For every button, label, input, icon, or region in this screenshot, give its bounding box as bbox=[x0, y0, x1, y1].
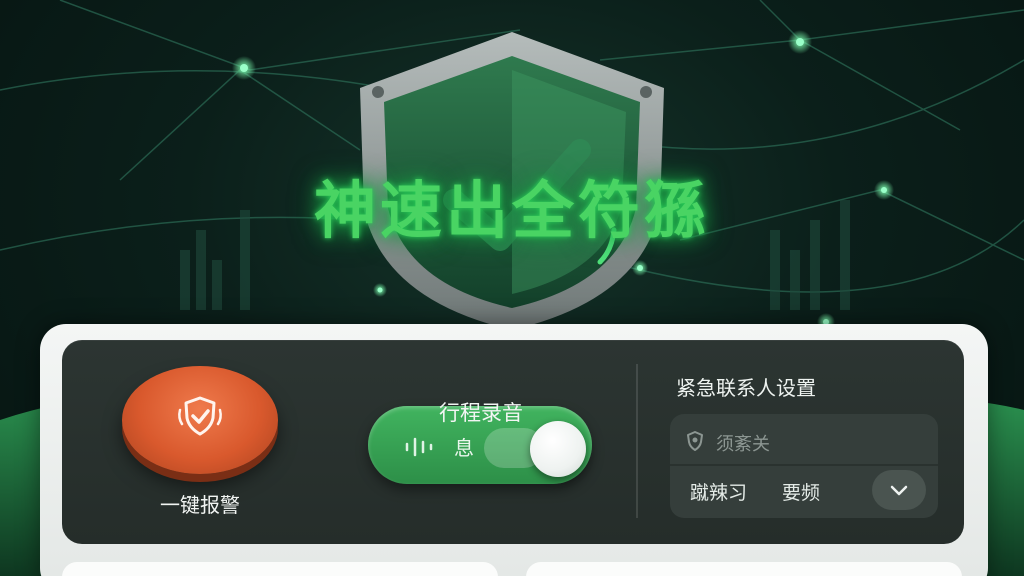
contact-dropdown-button[interactable] bbox=[872, 470, 926, 510]
trip-recording-title: 行程录音 bbox=[439, 401, 523, 425]
contact-card-separator bbox=[670, 464, 938, 466]
one-key-alarm-label: 一键报警 bbox=[160, 493, 240, 517]
toggle-knob[interactable] bbox=[530, 421, 586, 477]
section-divider bbox=[636, 364, 638, 518]
shield-check-icon bbox=[178, 396, 222, 436]
lower-card-right bbox=[526, 562, 962, 576]
contact-input-placeholder: 须紊关 bbox=[716, 434, 770, 455]
chevron-down-icon bbox=[890, 485, 908, 496]
contact-option-2[interactable]: 要频 bbox=[782, 478, 820, 505]
contact-shield-icon bbox=[687, 431, 703, 451]
contact-option-1[interactable]: 蹴辣习 bbox=[690, 478, 747, 505]
audio-wave-icon bbox=[405, 437, 433, 457]
contact-input-field[interactable]: 须紊关 bbox=[684, 426, 924, 456]
one-key-alarm-button[interactable] bbox=[122, 366, 278, 474]
hero-title: 神速出全符猻 bbox=[313, 174, 710, 247]
lower-card-left bbox=[62, 562, 498, 576]
recording-state-text: 息 bbox=[454, 436, 474, 460]
emergency-contact-title: 紧急联系人设置 bbox=[676, 376, 816, 400]
